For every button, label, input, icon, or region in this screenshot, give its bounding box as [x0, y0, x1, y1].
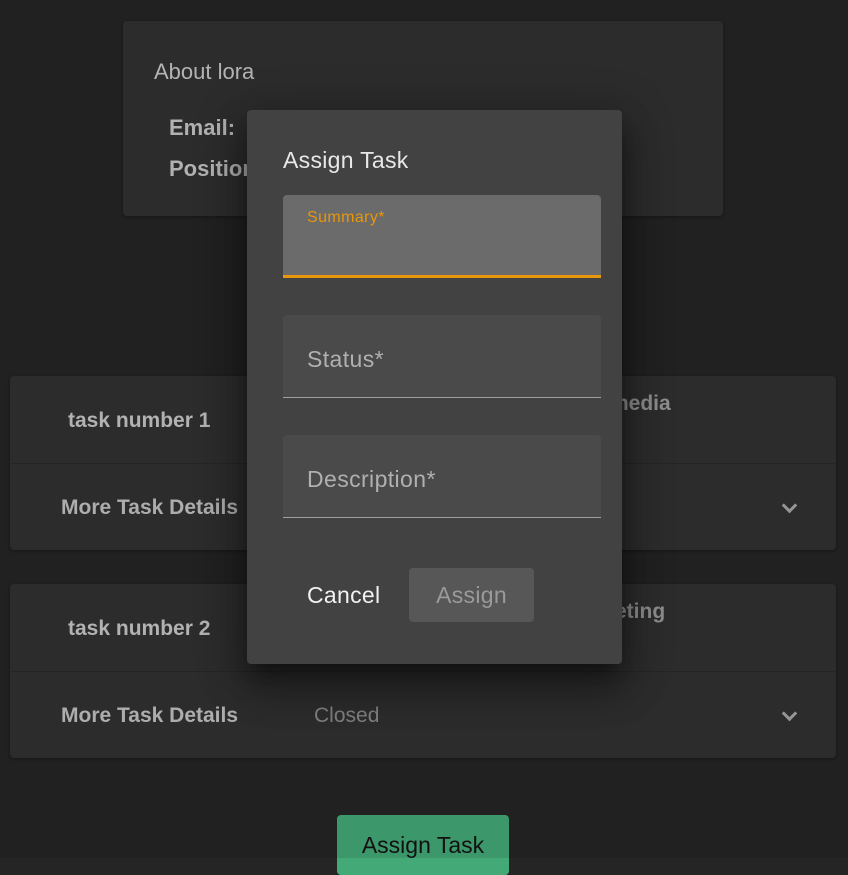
description-label: Description* [307, 466, 436, 492]
status-field[interactable]: Status* [283, 315, 601, 398]
summary-label: Summary* [307, 209, 385, 226]
assign-button[interactable]: Assign [409, 568, 534, 622]
status-label: Status* [307, 346, 384, 372]
page: About lora Email: Position task number 1… [0, 0, 848, 875]
status-underline [283, 397, 601, 398]
summary-field[interactable]: Summary* [283, 195, 601, 278]
assign-task-dialog: Assign Task Summary* Status* Description… [247, 110, 622, 664]
cancel-button[interactable]: Cancel [291, 568, 401, 622]
dialog-title: Assign Task [283, 147, 409, 173]
description-underline [283, 517, 601, 518]
description-field[interactable]: Description* [283, 435, 601, 518]
summary-underline [283, 275, 601, 278]
summary-input[interactable] [307, 235, 577, 265]
